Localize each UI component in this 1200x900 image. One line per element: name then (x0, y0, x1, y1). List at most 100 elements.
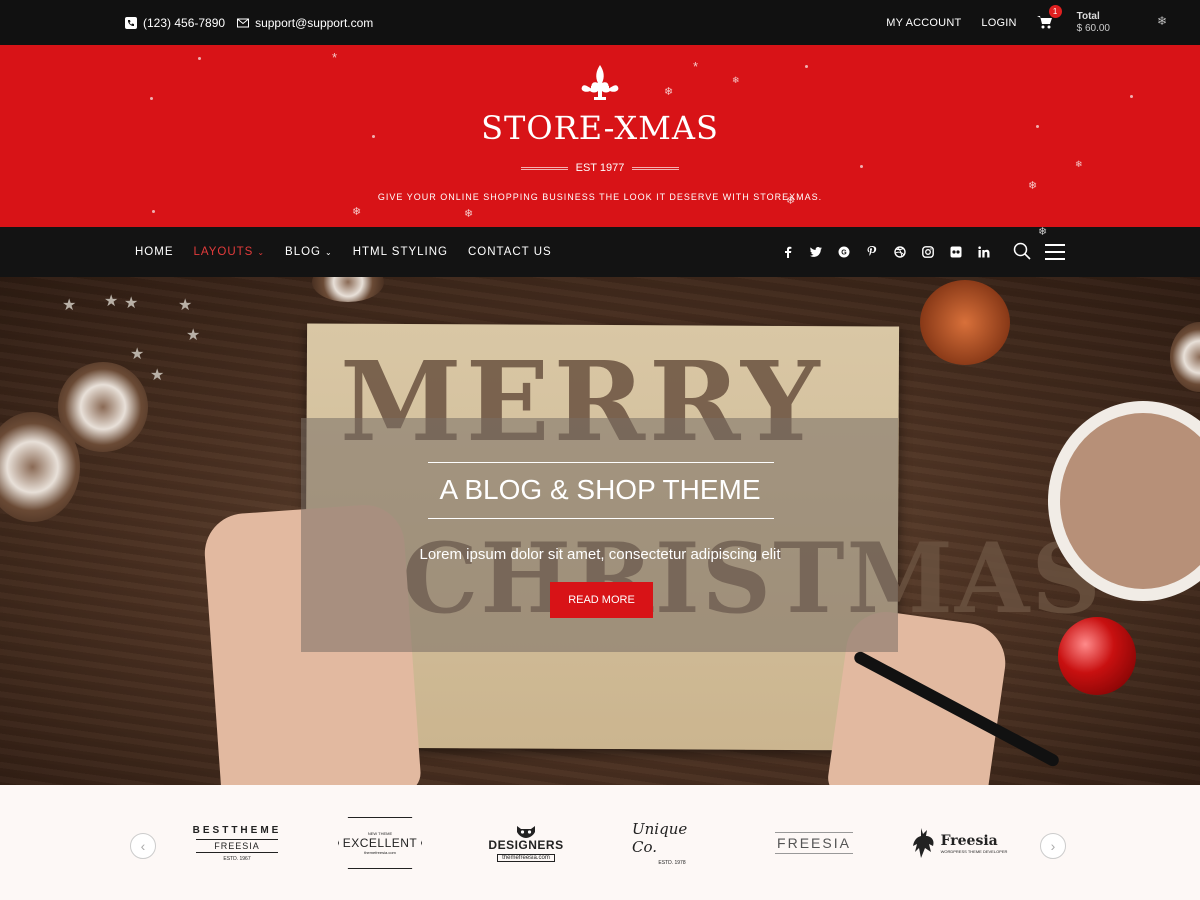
logo-text: EXCELLENT (342, 836, 418, 850)
star-icon: ★ (130, 346, 145, 363)
hero-slider: ★ ★ ★ ★ ★ ★ ★ MERRY CHRISTMAS A BLOG & S… (0, 277, 1200, 785)
dried-orange-image (920, 280, 1010, 365)
partner-logo-unique-co[interactable]: Unique Co. ESTD. 1978 (632, 817, 712, 869)
twitter-icon[interactable] (807, 243, 825, 261)
star-icon: ★ (124, 295, 139, 312)
chevron-right-icon[interactable]: › (1040, 833, 1066, 859)
partner-logo-besttheme[interactable]: BESTTHEME FREESIA ESTD. 1967 (183, 817, 291, 869)
cart-button[interactable]: 1 (1036, 4, 1062, 31)
star-icon: ★ (186, 327, 201, 344)
snowflake-icon: ❄ (1156, 14, 1167, 28)
logo-text: FREESIA (775, 832, 853, 854)
snow-dot (150, 97, 153, 100)
menu-bar (1045, 251, 1065, 253)
email-address: support@support.com (255, 15, 374, 30)
menu-bar (1045, 244, 1065, 246)
envelope-icon (237, 17, 250, 29)
partner-logo-excellent[interactable]: NEW THEME EXCELLENT themefreesia.com (338, 817, 422, 869)
nav-item-contact-us[interactable]: CONTACT US (468, 246, 552, 258)
phone-icon (125, 16, 137, 29)
read-more-button[interactable]: READ MORE (550, 582, 653, 618)
main-navigation: HOME LAYOUTS ⌄ BLOG ⌄ HTML STYLING CONTACT… (0, 226, 1200, 277)
my-account-link[interactable]: MY ACCOUNT (886, 17, 961, 29)
divider (520, 166, 568, 170)
email-item[interactable]: support@support.com (237, 16, 373, 30)
nav-item-label: LAYOUTS (193, 246, 254, 258)
logo-text-group: Freesia WORDPRESS THEME DEVELOPER (941, 833, 1008, 854)
divider (632, 166, 680, 170)
menu-bar (1045, 258, 1065, 260)
divider (428, 462, 774, 463)
established-line: EST 1977 (0, 162, 1200, 174)
fleur-de-lis-logo-icon[interactable] (578, 63, 622, 103)
cart-icon (1036, 15, 1052, 28)
star-icon: ★ (62, 297, 77, 314)
established-text: EST 1977 (575, 162, 625, 174)
hamburger-menu-icon[interactable] (1045, 244, 1065, 260)
snowflake-icon: * (693, 59, 699, 74)
red-ornament-image (1058, 617, 1136, 695)
site-tagline: GIVE YOUR ONLINE SHOPPING BUSINESS THE L… (377, 192, 823, 202)
login-link[interactable]: LOGIN (981, 17, 1016, 29)
flickr-icon[interactable] (947, 243, 965, 261)
chevron-down-icon: ⌄ (257, 247, 266, 257)
lion-crest-icon (912, 828, 934, 858)
nav-item-label: CONTACT US (467, 246, 552, 258)
pinterest-icon[interactable] (863, 243, 881, 261)
star-icon: ★ (150, 367, 165, 384)
hero-subtitle: Lorem ipsum dolor sit amet, consectetur … (419, 546, 781, 563)
nav-item-blog[interactable]: BLOG ⌄ (285, 246, 333, 258)
logo-text: ESTD. 1967 (223, 855, 251, 862)
snow-dot (152, 210, 155, 213)
snowflake-icon: ❄ (1028, 180, 1038, 192)
logo-text: ESTD. 1978 (658, 860, 686, 866)
snowflake-icon: ❄ (732, 75, 740, 85)
partner-logo-freesia[interactable]: FREESIA (775, 817, 853, 869)
partner-logo-designers[interactable]: DESIGNERS themefreesia.com (480, 817, 572, 869)
snow-dot (805, 65, 808, 68)
logo-text: WORDPRESS THEME DEVELOPER (940, 848, 1008, 854)
logo-text: DESIGNERS (488, 838, 564, 852)
nav-item-layouts[interactable]: LAYOUTS ⌄ (194, 246, 266, 258)
search-icon[interactable] (1013, 242, 1031, 260)
raccoon-icon (517, 826, 535, 838)
partner-logos: ‹ BESTTHEME FREESIA ESTD. 1967 NEW THEME… (0, 785, 1200, 900)
logo-text: themefreesia.com (497, 854, 555, 862)
snowflake-icon: * (332, 50, 338, 65)
snow-dot (198, 57, 201, 60)
logo-text: BESTTHEME (192, 824, 282, 836)
star-icon: ★ (178, 297, 193, 314)
account-area: MY ACCOUNT LOGIN 1 Total $ 60.00 (886, 0, 1170, 45)
facebook-icon[interactable] (779, 243, 797, 261)
instagram-icon[interactable] (919, 243, 937, 261)
nav-item-label: HOME (135, 246, 174, 258)
phone-item[interactable]: (123) 456-7890 (125, 16, 225, 30)
snowflake-icon: ❄ (1038, 226, 1048, 238)
social-links: G (779, 227, 1003, 277)
chevron-left-icon[interactable]: ‹ (130, 833, 156, 859)
cart-total-value: $ 60.00 (1076, 22, 1110, 34)
divider (428, 518, 774, 519)
nav-item-home[interactable]: HOME (135, 246, 174, 258)
contact-info: (123) 456-7890 support@support.com (125, 0, 385, 45)
star-icon: ★ (104, 293, 119, 310)
cart-total[interactable]: Total $ 60.00 (1077, 11, 1110, 35)
logo-text: Unique Co. (632, 820, 688, 856)
snowflake-icon: ❄ (664, 86, 674, 98)
top-bar: (123) 456-7890 support@support.com MY AC… (0, 0, 1200, 45)
hero-title: A BLOG & SHOP THEME (439, 474, 761, 505)
linkedin-icon[interactable] (975, 243, 993, 261)
logo-text: FREESIA (196, 838, 278, 853)
nav-item-html-styling[interactable]: HTML STYLING (353, 246, 448, 258)
dribbble-icon[interactable] (891, 243, 909, 261)
snowflake-icon: ❄ (464, 208, 474, 220)
logo-text: Freesia (940, 832, 998, 849)
google-plus-icon[interactable]: G (835, 243, 853, 261)
nav-item-label: HTML STYLING (352, 246, 448, 258)
nav-menu: HOME LAYOUTS ⌄ BLOG ⌄ HTML STYLING CONTACT… (135, 227, 572, 277)
chevron-down-icon: ⌄ (325, 247, 333, 257)
partner-logo-freesia-developer[interactable]: Freesia WORDPRESS THEME DEVELOPER (910, 817, 1010, 869)
snowflake-icon: ❄ (352, 206, 362, 218)
snow-dot (1130, 95, 1133, 98)
site-title[interactable]: STORE-XMAS (0, 109, 1200, 147)
